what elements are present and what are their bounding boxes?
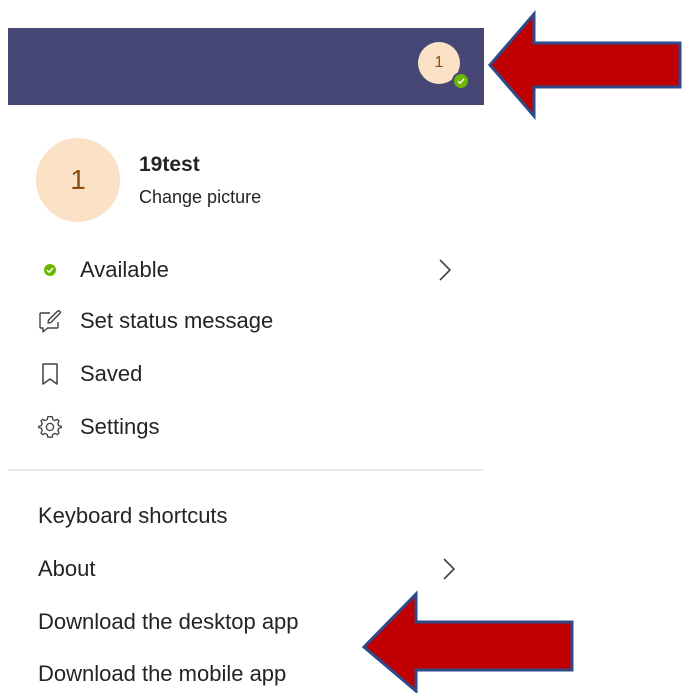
menu-item-available-label: Available (80, 257, 169, 282)
menu-item-saved-label: Saved (80, 361, 143, 386)
annotation-arrow-bottom-icon (361, 590, 574, 693)
profile-avatar-initial: 1 (70, 164, 86, 195)
menu-item-available[interactable]: Available (36, 250, 456, 290)
gear-icon (36, 413, 64, 441)
menu-item-download-mobile-label: Download the mobile app (38, 661, 287, 686)
menu-item-keyboard-shortcuts[interactable]: Keyboard shortcuts (38, 496, 458, 536)
menu-item-download-desktop-label: Download the desktop app (38, 609, 299, 634)
menu-item-keyboard-shortcuts-label: Keyboard shortcuts (38, 503, 228, 528)
menu-item-set-status[interactable]: Set status message (36, 301, 456, 341)
annotation-arrow-top-icon (488, 10, 682, 120)
profile-avatar: 1 (36, 138, 120, 222)
profile-name: 19test (139, 153, 200, 176)
menu-divider (8, 469, 484, 471)
app-header-bar (8, 28, 484, 105)
menu-item-about-label: About (38, 556, 96, 581)
header-avatar-initial: 1 (434, 54, 444, 71)
edit-message-icon (36, 307, 64, 335)
menu-item-saved[interactable]: Saved (36, 354, 456, 394)
status-dot-icon (36, 256, 64, 284)
chevron-right-icon (439, 259, 452, 281)
menu-item-settings[interactable]: Settings (36, 407, 456, 447)
chevron-right-icon (443, 558, 456, 580)
menu-item-settings-label: Settings (80, 414, 160, 439)
menu-item-set-status-label: Set status message (80, 308, 274, 333)
bookmark-icon (36, 360, 64, 388)
header-presence-check-icon (452, 72, 470, 90)
menu-item-about[interactable]: About (38, 549, 458, 589)
change-picture-link[interactable]: Change picture (139, 187, 261, 208)
